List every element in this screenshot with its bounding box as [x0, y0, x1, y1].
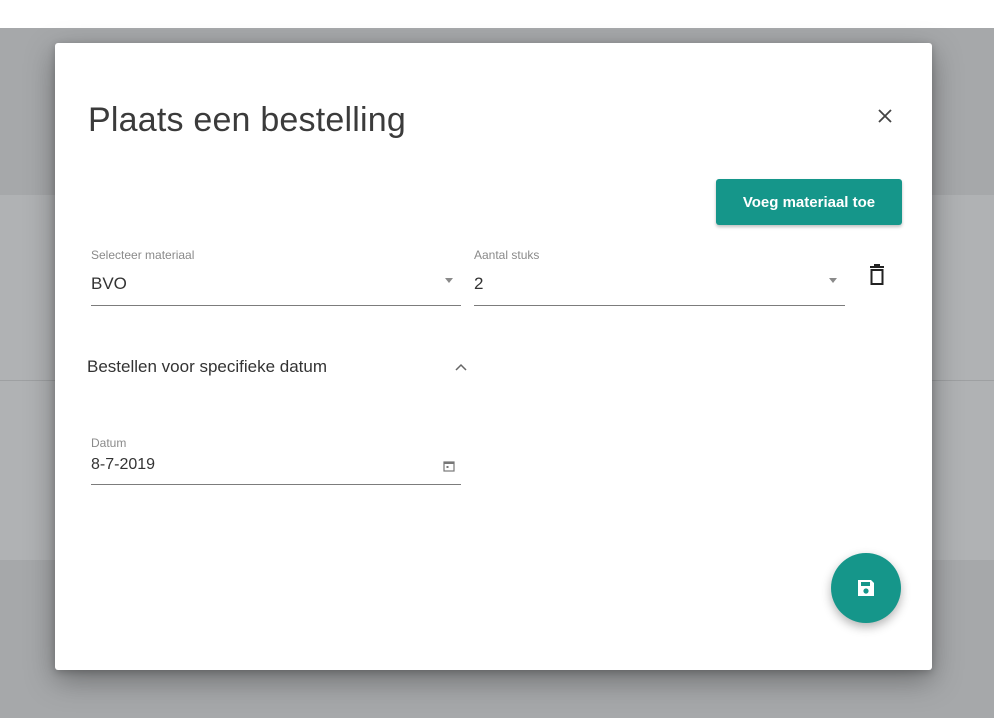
material-select-value: BVO [91, 274, 127, 293]
quantity-select[interactable]: Aantal stuks 2 [474, 248, 845, 306]
dialog-title: Plaats een bestelling [88, 101, 406, 139]
add-material-button[interactable]: Voeg materiaal toe [716, 179, 902, 225]
close-icon [878, 109, 892, 123]
date-field[interactable]: Datum 8-7-2019 [91, 436, 461, 485]
chevron-down-icon [445, 278, 453, 283]
specific-date-section-header[interactable]: Bestellen voor specifieke datum [87, 349, 472, 385]
specific-date-section-title: Bestellen voor specifieke datum [87, 357, 328, 376]
chevron-up-icon [455, 363, 467, 371]
material-select[interactable]: Selecteer materiaal BVO [91, 248, 461, 306]
quantity-select-label: Aantal stuks [474, 248, 540, 262]
background-page-strip [0, 0, 994, 28]
save-button[interactable] [831, 553, 901, 623]
trash-icon [870, 264, 884, 285]
calendar-icon[interactable] [443, 460, 455, 472]
chevron-down-icon [829, 278, 837, 283]
save-icon [858, 580, 874, 596]
date-field-underline [91, 484, 461, 485]
delete-row-button[interactable] [865, 261, 889, 289]
material-select-label: Selecteer materiaal [91, 248, 195, 262]
order-dialog: Plaats een bestelling Voeg materiaal toe… [55, 43, 932, 670]
quantity-select-value: 2 [474, 274, 484, 293]
material-select-underline [91, 305, 461, 306]
close-button[interactable] [870, 101, 900, 131]
date-field-value: 8-7-2019 [91, 456, 156, 473]
date-field-label: Datum [91, 436, 127, 450]
quantity-select-underline [474, 305, 845, 306]
